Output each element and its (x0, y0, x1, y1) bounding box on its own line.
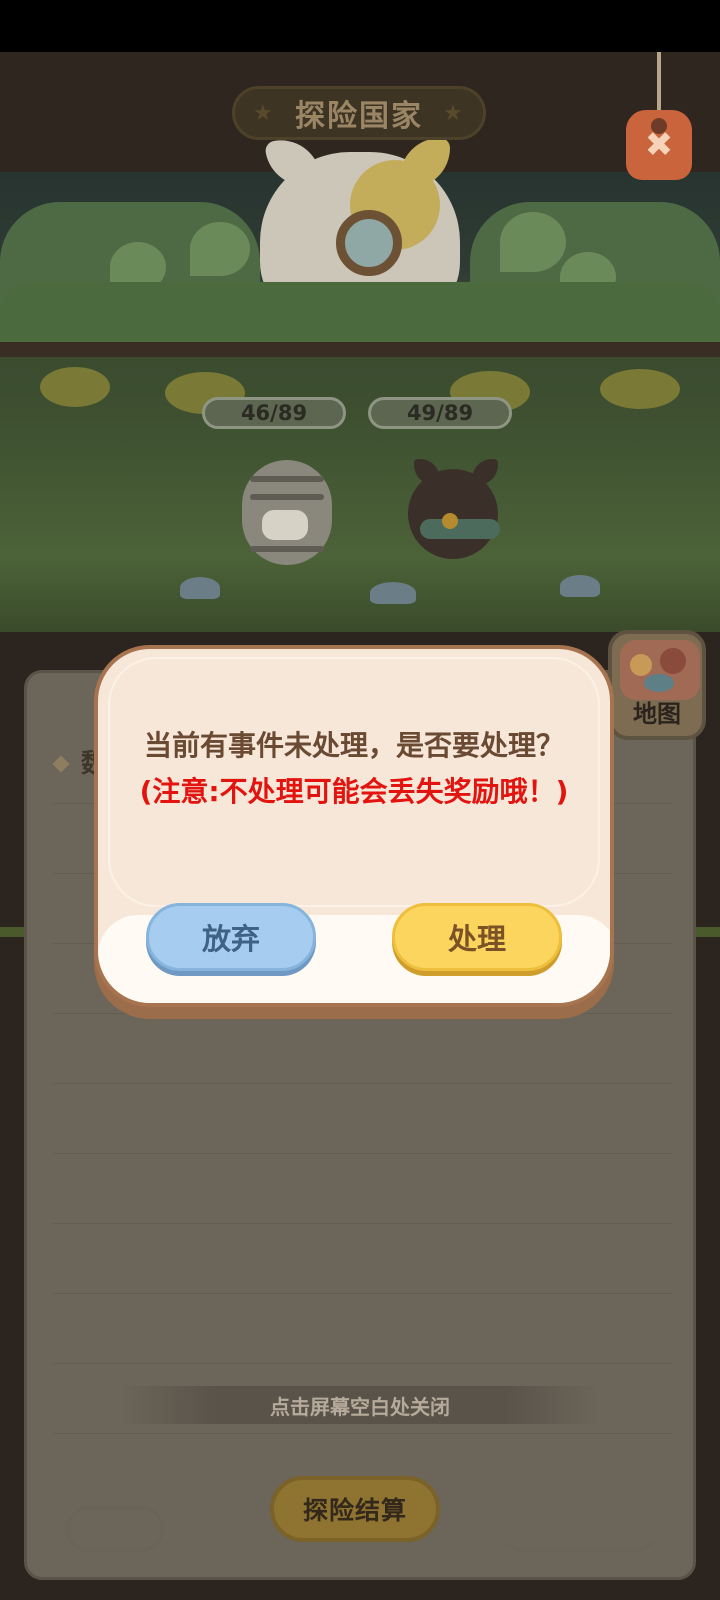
dialog-warning: (注意:不处理可能会丢失奖励哦！) (139, 775, 569, 808)
page-title: ★ 探险国家 ★ (232, 86, 486, 140)
dialog-question: 当前有事件未处理，是否要处理？ (143, 729, 564, 762)
page-title-text: 探险国家 (295, 99, 423, 134)
battle-field: 46/89 49/89 (0, 357, 720, 937)
bell-icon (442, 513, 458, 529)
mushroom (560, 575, 600, 597)
clover-leaf (500, 212, 566, 272)
ally-hp-bar: 46/89 (202, 397, 346, 429)
give-up-button[interactable]: 放弃 (146, 903, 316, 971)
unhandled-event-dialog: 当前有事件未处理，是否要处理？ (注意:不处理可能会丢失奖励哦！) 放弃 处理 (94, 645, 614, 1019)
magnifier-icon (336, 210, 402, 276)
star-icon: ★ (443, 101, 465, 126)
map-icon (620, 640, 700, 700)
mushroom (370, 582, 416, 604)
handle-button[interactable]: 处理 (392, 903, 562, 971)
doodle-decoration (496, 1506, 662, 1552)
star-icon: ★ (253, 101, 275, 126)
status-bar (0, 0, 720, 52)
diamond-icon (52, 755, 70, 773)
black-cat-enemy (402, 455, 512, 565)
hedge (0, 282, 720, 342)
tabby-cat-ally (232, 450, 342, 570)
bush (40, 367, 110, 407)
dialog-message: 当前有事件未处理，是否要处理？ (注意:不处理可能会丢失奖励哦！) (124, 723, 584, 815)
bush (600, 369, 680, 409)
close-button[interactable]: ✖ (622, 52, 698, 192)
map-button[interactable]: 地图 (608, 630, 706, 740)
banner-border (0, 342, 720, 357)
mushroom (180, 577, 220, 599)
settle-expedition-button[interactable]: 探险结算 (270, 1476, 440, 1542)
enemy-hp-bar: 49/89 (368, 397, 512, 429)
game-screen: ★ 探险国家 ★ ✖ 46/89 49/89 地图 点击屏幕空白处关闭 探险结算… (0, 52, 720, 1600)
cat-doodle-decoration (66, 1506, 164, 1552)
map-button-label: 地图 (633, 700, 681, 728)
tap-blank-to-close-hint: 点击屏幕空白处关闭 (120, 1386, 600, 1424)
expedition-banner: ★ 探险国家 ★ ✖ (0, 52, 720, 357)
clover-leaf (190, 222, 250, 276)
